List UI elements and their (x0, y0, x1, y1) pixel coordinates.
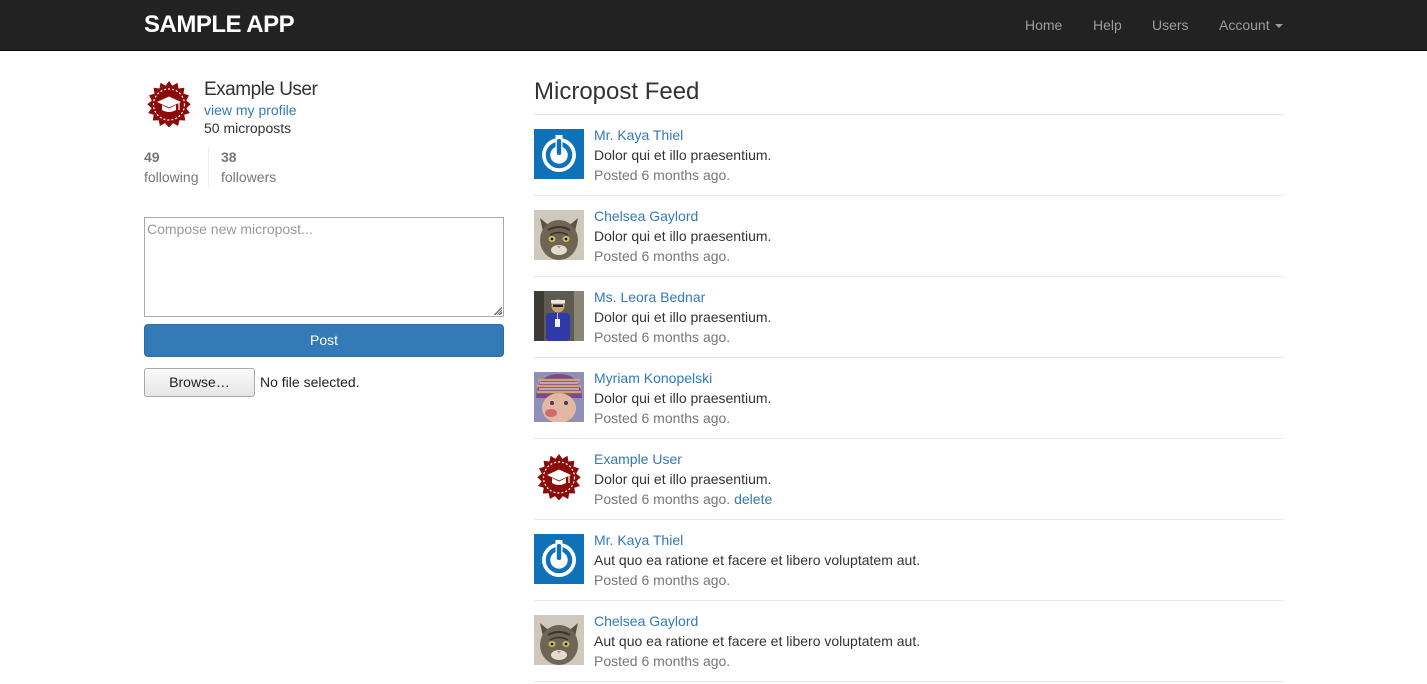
navbar: SAMPLE APP Home Help Users Account (0, 0, 1427, 51)
feed-item: Mr. Kaya Thiel Aut quo ea ratione et face… (534, 520, 1284, 601)
feed-user-link[interactable]: Myriam Konopelski (594, 369, 712, 387)
feed-timestamp: Posted 6 months ago. (594, 329, 731, 345)
user-name: Example User (204, 79, 318, 100)
nav-users[interactable]: Users (1152, 15, 1189, 35)
feed-user-link[interactable]: Ms. Leora Bednar (594, 288, 705, 306)
following-count: 49 (144, 149, 160, 165)
feed-timestamp-row: Posted 6 months ago. (594, 652, 730, 670)
feed-item: Example User Dolor qui et illo praesentiu… (534, 439, 1284, 520)
feed-user-link[interactable]: Chelsea Gaylord (594, 207, 698, 225)
view-profile-link[interactable]: view my profile (204, 101, 297, 119)
nav-account-dropdown[interactable]: Account (1219, 15, 1283, 35)
compose-micropost-textarea[interactable] (144, 217, 504, 317)
micropost-count: 50 microposts (204, 120, 292, 136)
followers-label: followers (221, 169, 277, 185)
cat-avatar[interactable] (534, 210, 584, 260)
graduation-badge-avatar[interactable] (534, 453, 584, 503)
cat-avatar[interactable] (534, 615, 584, 665)
feed-item: Myriam Konopelski Dolor qui et illo praes… (534, 358, 1284, 439)
feed-timestamp: Posted 6 months ago. (594, 410, 731, 426)
person-avatar[interactable] (534, 291, 584, 341)
post-button[interactable]: Post (144, 324, 504, 357)
feed-timestamp: Posted 6 months ago. (594, 653, 731, 669)
nav-account-label: Account (1219, 17, 1270, 33)
file-status: No file selected. (260, 374, 360, 390)
feed-content: Dolor qui et illo praesentium. (594, 309, 772, 325)
feed-content: Dolor qui et illo praesentium. (594, 471, 772, 487)
feed-timestamp-row: Posted 6 months ago. delete (594, 490, 772, 508)
following-stat-link[interactable]: 49 following (144, 147, 214, 187)
feed-timestamp-row: Posted 6 months ago. (594, 166, 730, 184)
feed-user-link[interactable]: Example User (594, 450, 682, 468)
power-avatar[interactable] (534, 534, 584, 584)
feed-item: Chelsea Gaylord Dolor qui et illo praesen… (534, 196, 1284, 277)
feed-content: Dolor qui et illo praesentium. (594, 147, 772, 163)
nav-home[interactable]: Home (1025, 15, 1062, 35)
power-avatar[interactable] (534, 129, 584, 179)
brand-logo[interactable]: SAMPLE APP (144, 11, 295, 39)
feed-item: Mr. Kaya Thiel Dolor qui et illo praesent… (534, 115, 1284, 196)
feed-content: Aut quo ea ratione et facere et libero v… (594, 552, 921, 568)
feed-timestamp-row: Posted 6 months ago. (594, 328, 730, 346)
caret-down-icon (1274, 24, 1283, 29)
feed-timestamp: Posted 6 months ago. (594, 491, 731, 507)
following-label: following (144, 169, 199, 185)
delete-link[interactable]: delete (734, 491, 772, 507)
feed-user-link[interactable]: Chelsea Gaylord (594, 612, 698, 630)
feed-timestamp-row: Posted 6 months ago. (594, 571, 730, 589)
resize-grip-icon[interactable] (492, 305, 502, 315)
feed-item: Ms. Leora Bednar Dolor qui et illo praese… (534, 277, 1284, 358)
nav-help[interactable]: Help (1093, 15, 1122, 35)
feed-timestamp: Posted 6 months ago. (594, 248, 731, 264)
feed-timestamp-row: Posted 6 months ago. (594, 409, 730, 427)
graduation-badge-avatar (144, 80, 194, 130)
feed-user-link[interactable]: Mr. Kaya Thiel (594, 531, 683, 549)
feed-user-link[interactable]: Mr. Kaya Thiel (594, 126, 683, 144)
baby-avatar[interactable] (534, 372, 584, 422)
feed-content: Dolor qui et illo praesentium. (594, 390, 772, 406)
feed-item: Chelsea Gaylord Aut quo ea ratione et fac… (534, 601, 1284, 682)
feed-content: Dolor qui et illo praesentium. (594, 228, 772, 244)
feed-timestamp: Posted 6 months ago. (594, 167, 731, 183)
feed-timestamp-row: Posted 6 months ago. (594, 247, 730, 265)
feed-timestamp: Posted 6 months ago. (594, 572, 731, 588)
feed-content: Aut quo ea ratione et facere et libero v… (594, 633, 921, 649)
followers-count: 38 (221, 149, 237, 165)
followers-stat-link[interactable]: 38 followers (208, 147, 298, 187)
feed-title: Micropost Feed (534, 78, 700, 105)
browse-file-button[interactable]: Browse… (144, 368, 255, 397)
